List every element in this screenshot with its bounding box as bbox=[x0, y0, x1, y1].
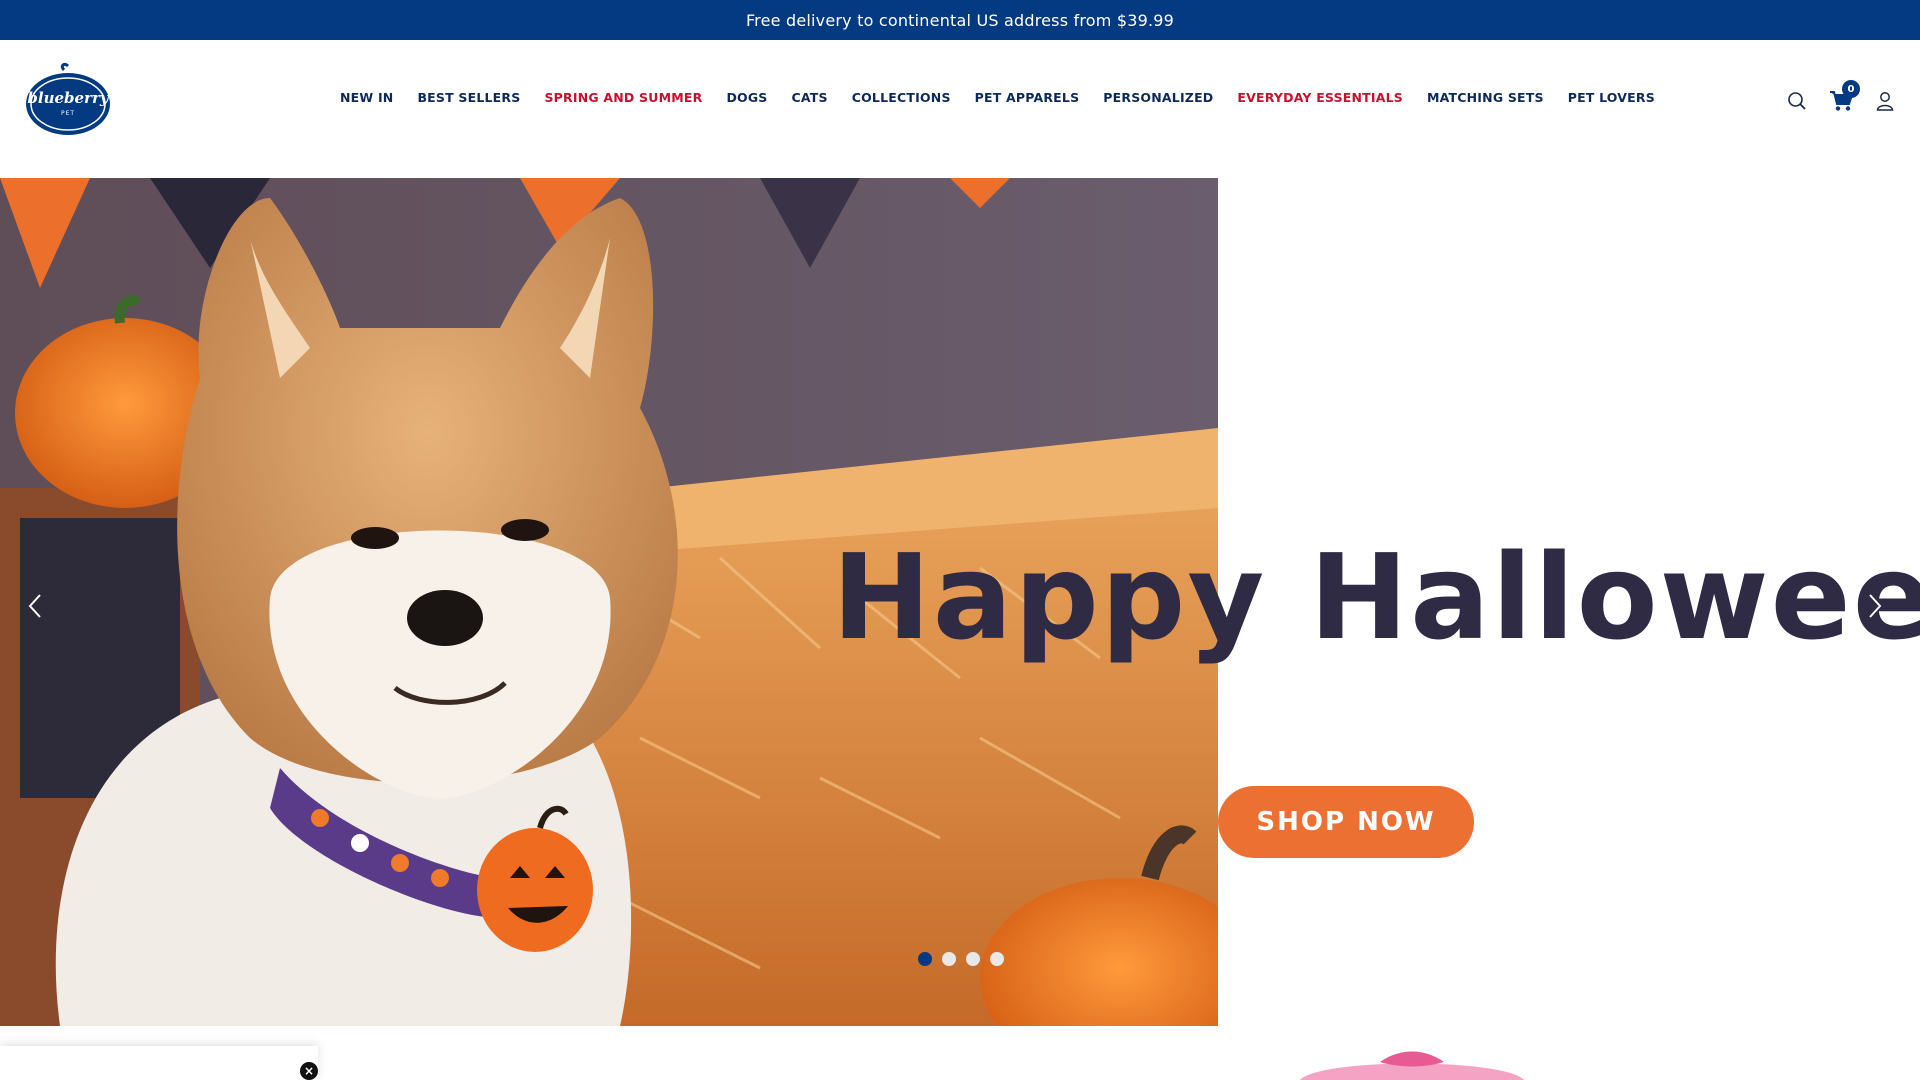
announcement-bar: Free delivery to continental US address … bbox=[0, 0, 1920, 40]
logo-wordmark: blueberry bbox=[27, 89, 109, 107]
carousel-prev-arrow[interactable] bbox=[20, 586, 50, 626]
carousel-dot-4[interactable] bbox=[990, 952, 1004, 966]
carousel-dot-3[interactable] bbox=[966, 952, 980, 966]
header-icons: 0 bbox=[1784, 80, 1898, 114]
popup-close-button[interactable]: × bbox=[300, 1062, 318, 1080]
hero-title: Happy Halloween bbox=[832, 528, 1920, 666]
nav-item-cats[interactable]: CATS bbox=[792, 90, 828, 105]
carousel-dots bbox=[918, 952, 1004, 966]
carousel-dot-2[interactable] bbox=[942, 952, 956, 966]
nav-item-pet-lovers[interactable]: PET LOVERS bbox=[1568, 90, 1655, 105]
announcement-text: Free delivery to continental US address … bbox=[745, 10, 1175, 30]
product-image-peek bbox=[1290, 1048, 1534, 1080]
hero-carousel: Happy Halloween SHOP NOW bbox=[0, 178, 1920, 1026]
nav-item-spring-and-summer[interactable]: SPRING AND SUMMER bbox=[544, 90, 702, 105]
main-nav: NEW IN BEST SELLERS SPRING AND SUMMER DO… bbox=[340, 90, 1679, 186]
nav-item-collections[interactable]: COLLECTIONS bbox=[852, 90, 951, 105]
shop-now-button[interactable]: SHOP NOW bbox=[1218, 786, 1474, 858]
site-header: blueberry PET NEW IN BEST SELLERS SPRING… bbox=[0, 40, 1920, 178]
nav-item-everyday-essentials[interactable]: EVERYDAY ESSENTIALS bbox=[1237, 90, 1403, 105]
nav-item-new-in[interactable]: NEW IN bbox=[340, 90, 393, 105]
logo-subtext: PET bbox=[60, 110, 76, 117]
search-icon[interactable] bbox=[1784, 88, 1810, 114]
cart-count-badge: 0 bbox=[1842, 80, 1860, 98]
blueberry-pet-logo[interactable]: blueberry PET bbox=[24, 62, 112, 136]
nav-item-best-sellers[interactable]: BEST SELLERS bbox=[417, 90, 520, 105]
nav-item-matching-sets[interactable]: MATCHING SETS bbox=[1427, 90, 1544, 105]
account-icon[interactable] bbox=[1872, 88, 1898, 114]
cart-icon[interactable]: 0 bbox=[1828, 80, 1860, 114]
carousel-next-arrow[interactable] bbox=[1860, 586, 1890, 626]
carousel-dot-1[interactable] bbox=[918, 952, 932, 966]
discount-popup-tab[interactable] bbox=[0, 1046, 318, 1080]
nav-item-dogs[interactable]: DOGS bbox=[726, 90, 767, 105]
nav-item-pet-apparels[interactable]: PET APPARELS bbox=[975, 90, 1080, 105]
nav-item-personalized[interactable]: PERSONALIZED bbox=[1103, 90, 1213, 105]
